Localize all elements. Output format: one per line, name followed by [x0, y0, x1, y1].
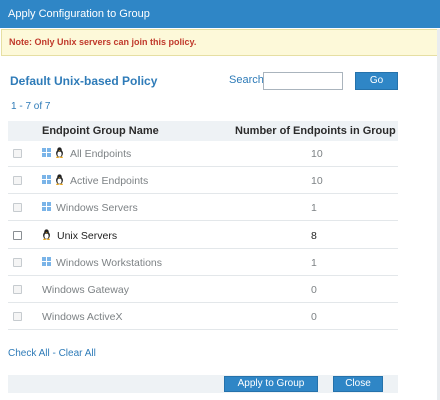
windows-icon: [42, 148, 51, 157]
result-count: 1 - 7 of 7: [11, 101, 51, 112]
table-row[interactable]: Windows Servers 1: [8, 195, 398, 222]
linux-icon: [43, 228, 50, 240]
table-row[interactable]: Windows Gateway 0: [8, 277, 398, 303]
selection-links: Check All - Clear All: [8, 348, 96, 359]
endpoint-count: 0: [311, 311, 317, 324]
windows-icon: [42, 256, 51, 266]
endpoint-count: 1: [311, 256, 317, 269]
column-header-endpoint-count[interactable]: Number of Endpoints in Group: [235, 125, 396, 137]
linux-icon: [56, 147, 63, 158]
search-label: Search: [229, 74, 264, 86]
table-row[interactable]: Windows ActiveX 0: [8, 304, 398, 331]
group-name: Active Endpoints: [70, 175, 149, 188]
clear-all-link[interactable]: Clear All: [59, 348, 96, 359]
close-button[interactable]: Close: [333, 376, 383, 392]
windows-icon: [42, 175, 51, 185]
table-row[interactable]: Unix Servers 8: [8, 223, 398, 249]
group-name: Windows Servers: [56, 202, 138, 215]
row-checkbox[interactable]: [13, 149, 22, 158]
row-checkbox[interactable]: [13, 285, 22, 294]
group-name: All Endpoints: [70, 148, 132, 160]
apply-to-group-button[interactable]: Apply to Group: [224, 376, 318, 392]
policy-note: Note: Only Unix servers can join this po…: [1, 29, 438, 56]
group-name: Windows Workstations: [56, 256, 163, 269]
group-name: Unix Servers: [57, 229, 118, 242]
endpoint-count: 0: [311, 284, 317, 296]
row-checkbox[interactable]: [13, 176, 22, 186]
dialog-title-bar: Apply Configuration to Group: [0, 0, 440, 28]
endpoint-count: 10: [311, 148, 323, 160]
endpoint-count: 8: [311, 229, 317, 242]
table-row[interactable]: Active Endpoints 10: [8, 168, 398, 195]
link-separator: -: [49, 348, 59, 359]
windows-icon: [42, 202, 51, 212]
column-header-group-name[interactable]: Endpoint Group Name: [42, 125, 159, 137]
dialog-title: Apply Configuration to Group: [8, 8, 150, 20]
check-all-link[interactable]: Check All: [8, 348, 50, 359]
go-button[interactable]: Go: [355, 72, 398, 90]
table-row[interactable]: All Endpoints 10: [8, 141, 398, 167]
table-header: Endpoint Group Name Number of Endpoints …: [8, 121, 398, 141]
search-input[interactable]: [263, 72, 343, 90]
group-name: Windows ActiveX: [42, 311, 123, 324]
policy-title: Default Unix-based Policy: [10, 74, 158, 88]
row-checkbox[interactable]: [13, 230, 22, 240]
row-checkbox[interactable]: [13, 312, 22, 322]
endpoint-count: 1: [311, 202, 317, 215]
row-checkbox[interactable]: [13, 203, 22, 213]
row-checkbox[interactable]: [13, 257, 22, 267]
table-row[interactable]: Windows Workstations 1: [8, 250, 398, 276]
group-name: Windows Gateway: [42, 284, 129, 296]
note-text: Note: Only Unix servers can join this po…: [9, 37, 197, 47]
linux-icon: [56, 174, 63, 186]
endpoint-count: 10: [311, 175, 323, 188]
